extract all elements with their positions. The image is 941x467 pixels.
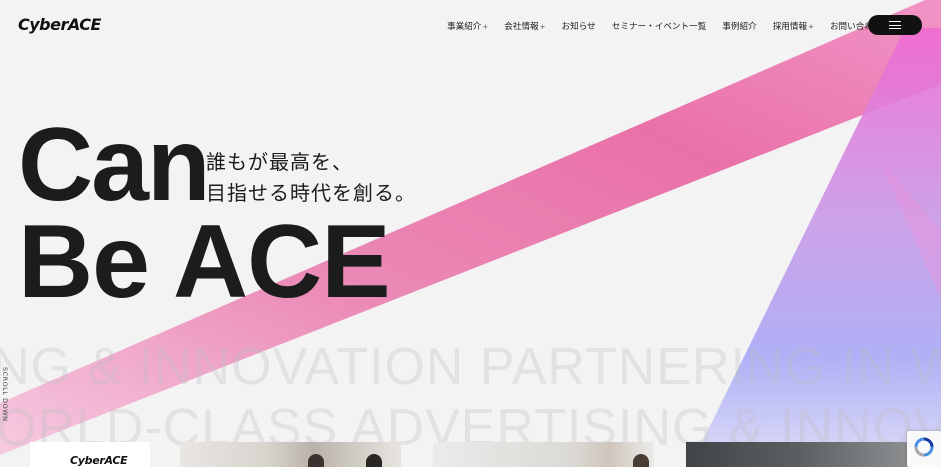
card-logo-text: CyberACE bbox=[70, 454, 128, 467]
person-photo bbox=[633, 454, 649, 467]
scroll-down-label[interactable]: SCROLL DOWN bbox=[1, 367, 9, 422]
nav-item-cases[interactable]: 事例紹介 bbox=[722, 21, 756, 33]
recaptcha-icon bbox=[914, 437, 934, 457]
content-card-2[interactable] bbox=[180, 442, 401, 467]
main-nav: 事業紹介+ 会社情報+ お知らせ セミナー・イベント一覧 事例紹介 採用情報+ … bbox=[447, 21, 898, 33]
nav-item-news[interactable]: お知らせ bbox=[562, 21, 596, 33]
submenu-indicator: + bbox=[539, 23, 546, 31]
submenu-indicator: + bbox=[808, 23, 814, 31]
menu-button[interactable] bbox=[868, 15, 922, 35]
headline-can: Can bbox=[18, 107, 210, 223]
person-photo bbox=[366, 454, 382, 467]
submenu-indicator: + bbox=[482, 23, 489, 31]
content-card-4[interactable] bbox=[686, 442, 910, 467]
marquee-text-1: NG & INNOVATION PARTNERING IN WORLD bbox=[0, 338, 941, 396]
person-photo bbox=[308, 454, 324, 467]
logo-text: CyberACE bbox=[18, 15, 101, 34]
nav-item-business[interactable]: 事業紹介+ bbox=[447, 21, 488, 33]
cyberace-logo[interactable]: CyberACE bbox=[18, 15, 101, 41]
tagline-line-2: 目指せる時代を創る。 bbox=[206, 181, 416, 205]
content-card-1[interactable]: CyberACE bbox=[30, 442, 150, 467]
hero-section: CyberACE 事業紹介+ 会社情報+ お知らせ セミナー・イベント一覧 事例… bbox=[0, 0, 941, 467]
nav-item-recruit[interactable]: 採用情報+ bbox=[773, 21, 814, 33]
tagline-line-1: 誰もが最高を、 bbox=[206, 150, 353, 174]
headline-be-ace: Be ACE bbox=[18, 204, 391, 320]
nav-item-seminars[interactable]: セミナー・イベント一覧 bbox=[612, 21, 707, 33]
content-card-3[interactable] bbox=[433, 442, 654, 467]
nav-item-company[interactable]: 会社情報+ bbox=[504, 21, 545, 33]
recaptcha-badge[interactable] bbox=[907, 431, 941, 467]
